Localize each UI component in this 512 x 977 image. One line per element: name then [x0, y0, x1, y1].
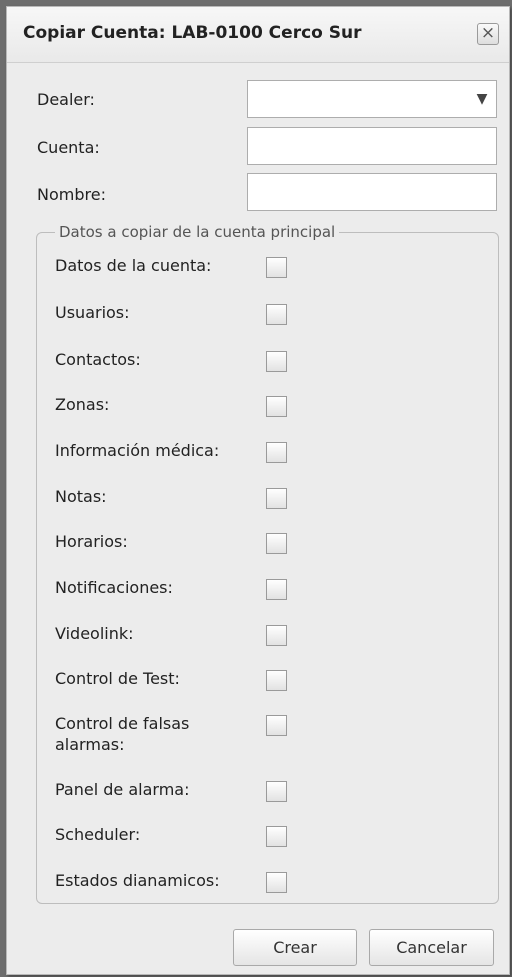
checkbox-label-usuarios: Usuarios:	[55, 303, 130, 322]
close-icon[interactable]: ×	[477, 23, 499, 45]
checkbox-scheduler[interactable]	[266, 826, 287, 847]
copy-account-dialog: Copiar Cuenta: LAB-0100 Cerco Sur × Deal…	[6, 6, 510, 975]
checkbox-label-notificaciones: Notificaciones:	[55, 578, 173, 597]
cancel-button[interactable]: Cancelar	[369, 929, 494, 966]
checkbox-label-panel-alarma: Panel de alarma:	[55, 780, 190, 799]
nombre-label: Nombre:	[37, 185, 106, 204]
checkbox-datos-cuenta[interactable]	[266, 257, 287, 278]
checkbox-label-contactos: Contactos:	[55, 350, 141, 369]
dealer-label: Dealer:	[37, 90, 95, 109]
nombre-input[interactable]	[247, 173, 497, 211]
checkbox-label-control-falsas-alarmas: Control de falsas alarmas:	[55, 714, 190, 754]
checkbox-videolink[interactable]	[266, 625, 287, 646]
checkbox-horarios[interactable]	[266, 533, 287, 554]
checkbox-contactos[interactable]	[266, 351, 287, 372]
chevron-down-icon[interactable]: ▼	[468, 81, 496, 117]
dealer-select[interactable]: ▼	[247, 80, 497, 118]
checkbox-usuarios[interactable]	[266, 304, 287, 325]
dialog-titlebar: Copiar Cuenta: LAB-0100 Cerco Sur ×	[7, 7, 509, 63]
checkbox-notificaciones[interactable]	[266, 579, 287, 600]
checkbox-label-datos-cuenta: Datos de la cuenta:	[55, 256, 212, 275]
fieldset-legend: Datos a copiar de la cuenta principal	[55, 223, 340, 241]
checkbox-zonas[interactable]	[266, 396, 287, 417]
checkbox-estados-dianamicos[interactable]	[266, 872, 287, 893]
checkbox-notas[interactable]	[266, 488, 287, 509]
dialog-title: Copiar Cuenta: LAB-0100 Cerco Sur	[23, 23, 362, 43]
checkbox-control-falsas-alarmas[interactable]	[266, 715, 287, 736]
checkbox-control-test[interactable]	[266, 670, 287, 691]
cuenta-input[interactable]	[247, 127, 497, 165]
create-button[interactable]: Crear	[233, 929, 357, 966]
checkbox-label-horarios: Horarios:	[55, 532, 128, 551]
cuenta-label: Cuenta:	[37, 138, 100, 157]
checkbox-label-zonas: Zonas:	[55, 395, 110, 414]
checkbox-label-control-test: Control de Test:	[55, 669, 180, 688]
checkbox-informacion-medica[interactable]	[266, 442, 287, 463]
checkbox-label-videolink: Videolink:	[55, 624, 134, 643]
checkbox-label-informacion-medica: Información médica:	[55, 441, 220, 460]
checkbox-label-scheduler: Scheduler:	[55, 825, 141, 844]
checkbox-label-estados-dianamicos: Estados dianamicos:	[55, 871, 220, 890]
window-background: Copiar Cuenta: LAB-0100 Cerco Sur × Deal…	[0, 0, 512, 977]
checkbox-label-notas: Notas:	[55, 487, 107, 506]
checkbox-panel-alarma[interactable]	[266, 781, 287, 802]
copy-data-fieldset: Datos a copiar de la cuenta principal Da…	[36, 223, 499, 904]
